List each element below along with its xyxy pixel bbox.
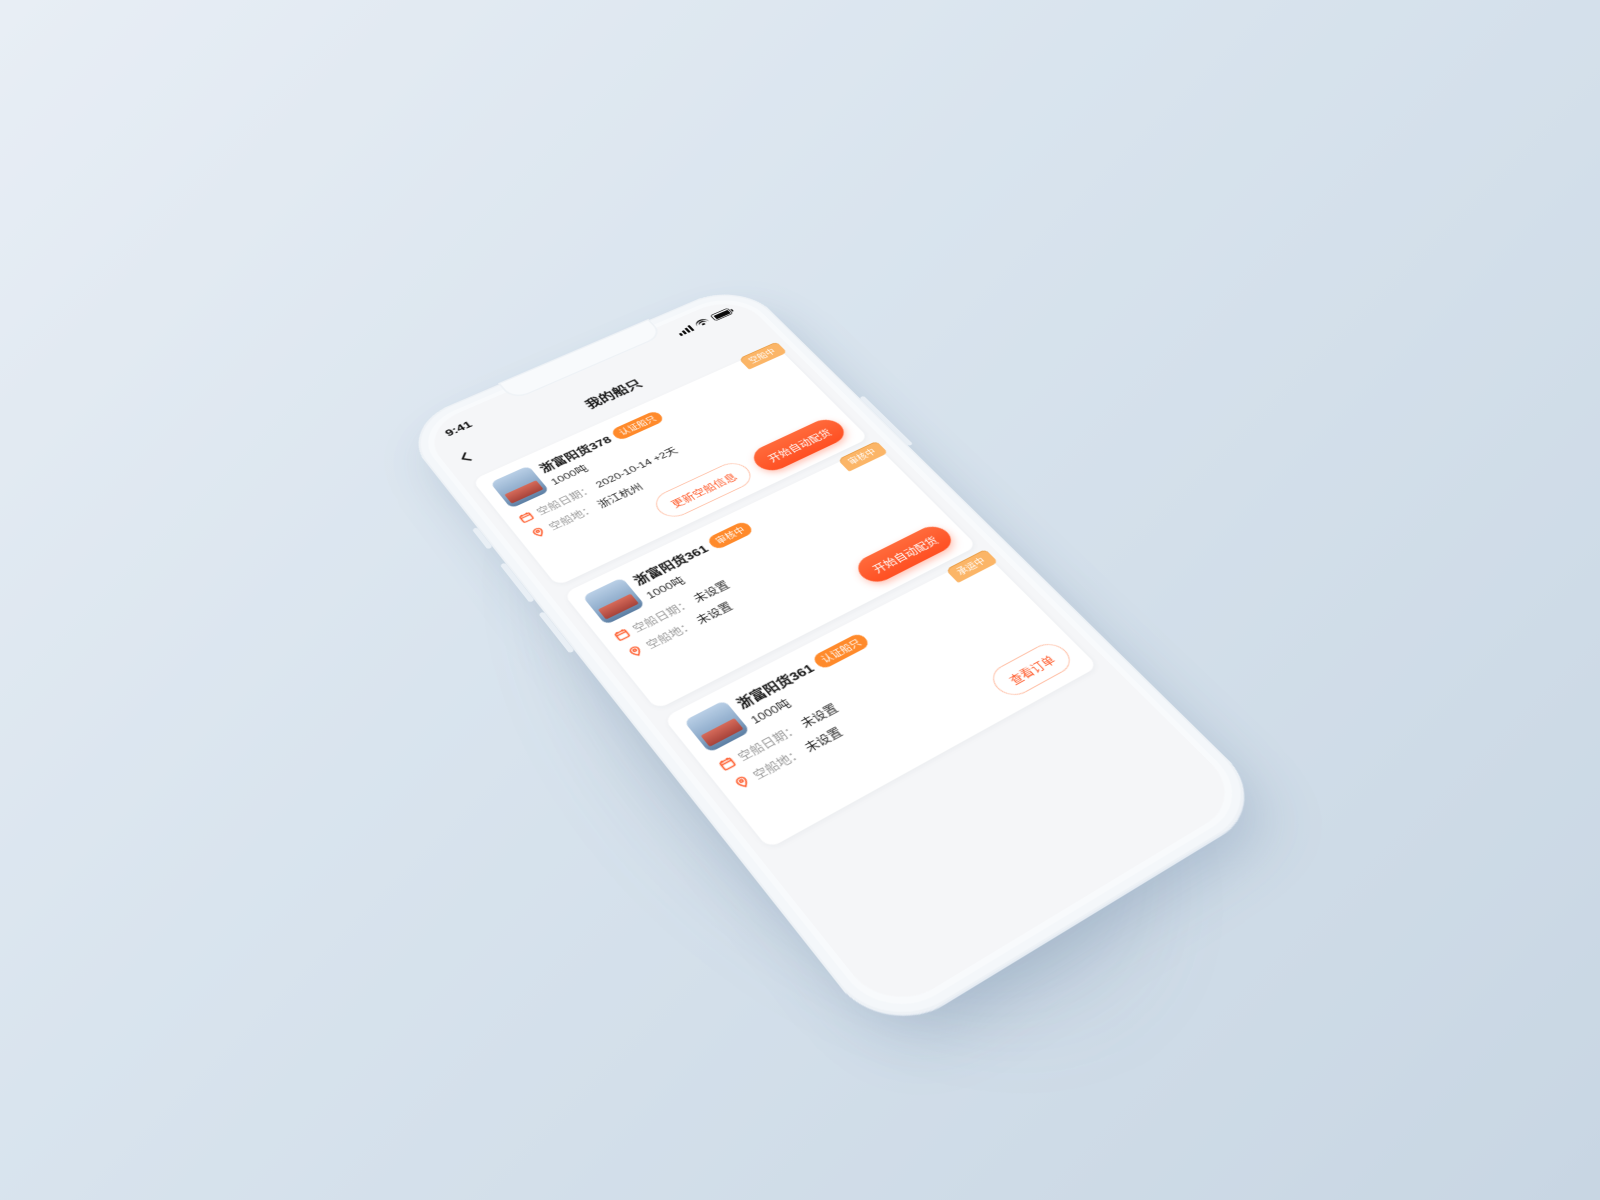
location-icon <box>732 773 753 790</box>
ship-thumbnail <box>684 700 751 753</box>
location-icon <box>626 644 646 659</box>
calendar-icon <box>717 755 738 772</box>
mockup-scene: 9:41 我的船只 空船中 <box>0 0 1600 1200</box>
ship-thumbnail <box>582 577 645 625</box>
back-button[interactable] <box>455 449 478 465</box>
empty-date-label: 空船日期： <box>733 720 802 764</box>
chevron-left-icon <box>455 449 478 465</box>
location-icon <box>529 525 548 539</box>
calendar-icon <box>517 510 535 523</box>
status-time: 9:41 <box>442 419 474 439</box>
wifi-icon <box>693 317 711 328</box>
verify-badge: 认证船只 <box>811 632 871 670</box>
empty-loc-value: 未设置 <box>692 598 735 626</box>
empty-loc-label: 空船地： <box>642 617 697 651</box>
ship-name: 浙富阳货361 <box>732 659 818 711</box>
calendar-icon <box>612 627 632 642</box>
empty-loc-value: 未设置 <box>800 723 845 754</box>
empty-date-label: 空船日期： <box>628 596 694 635</box>
empty-loc-label: 空船地： <box>748 744 806 782</box>
cellular-icon <box>676 325 695 336</box>
empty-date-value: 未设置 <box>796 700 841 731</box>
view-order-button[interactable]: 查看订单 <box>985 638 1078 701</box>
battery-icon <box>710 308 733 321</box>
ship-tonnage: 1000吨 <box>746 647 885 726</box>
